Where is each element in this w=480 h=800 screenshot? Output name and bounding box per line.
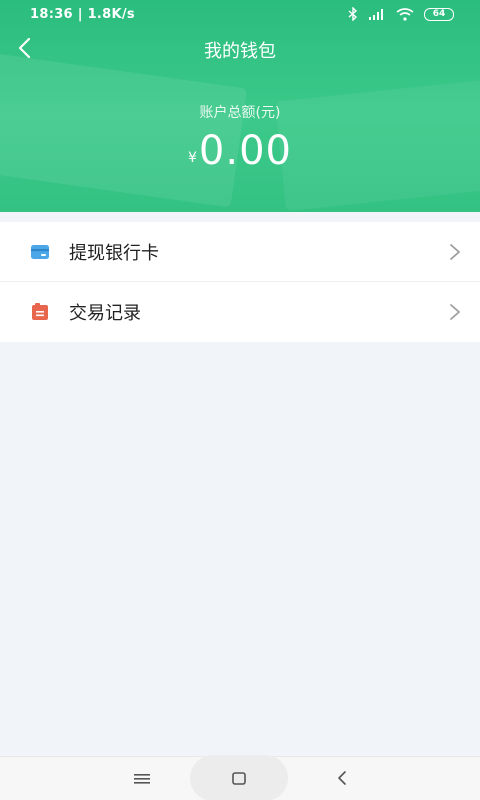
chevron-right-icon <box>450 244 460 260</box>
bluetooth-icon <box>348 7 358 21</box>
nav-bar: 我的钱包 <box>0 30 480 66</box>
chevron-right-icon <box>450 304 460 320</box>
wifi-icon <box>396 7 414 21</box>
balance-display: ¥0.00 <box>0 128 480 174</box>
bank-card-icon <box>31 245 49 259</box>
battery-indicator: 64 <box>424 7 454 21</box>
menu-item-withdraw-bank-card[interactable]: 提现银行卡 <box>0 222 480 282</box>
signal-icon <box>369 9 383 20</box>
balance-amount: 0.00 <box>198 128 292 174</box>
home-icon[interactable] <box>209 757 269 800</box>
balance-header: 18:36 | 1.8K/s 64 我的钱包 账户总额(元) ¥0.00 <box>0 0 480 212</box>
menu-item-transaction-record[interactable]: 交易记录 <box>0 282 480 342</box>
wallet-screen: 18:36 | 1.8K/s 64 我的钱包 账户总额(元) ¥0.00 提现银… <box>0 0 480 800</box>
status-time: 18:36 | 1.8K/s <box>30 7 135 22</box>
menu-item-label: 交易记录 <box>69 303 141 324</box>
wallet-menu: 提现银行卡 交易记录 <box>0 222 480 342</box>
transaction-record-icon <box>32 303 48 320</box>
page-title: 我的钱包 <box>204 41 276 62</box>
menu-icon[interactable] <box>112 757 172 800</box>
menu-item-label: 提现银行卡 <box>69 243 159 264</box>
back-icon[interactable] <box>312 757 372 800</box>
currency-symbol: ¥ <box>188 150 197 166</box>
balance-label: 账户总额(元) <box>199 105 281 121</box>
system-navigation-bar <box>0 755 480 800</box>
status-icons: 64 <box>348 7 454 21</box>
status-bar: 18:36 | 1.8K/s 64 <box>0 0 480 30</box>
